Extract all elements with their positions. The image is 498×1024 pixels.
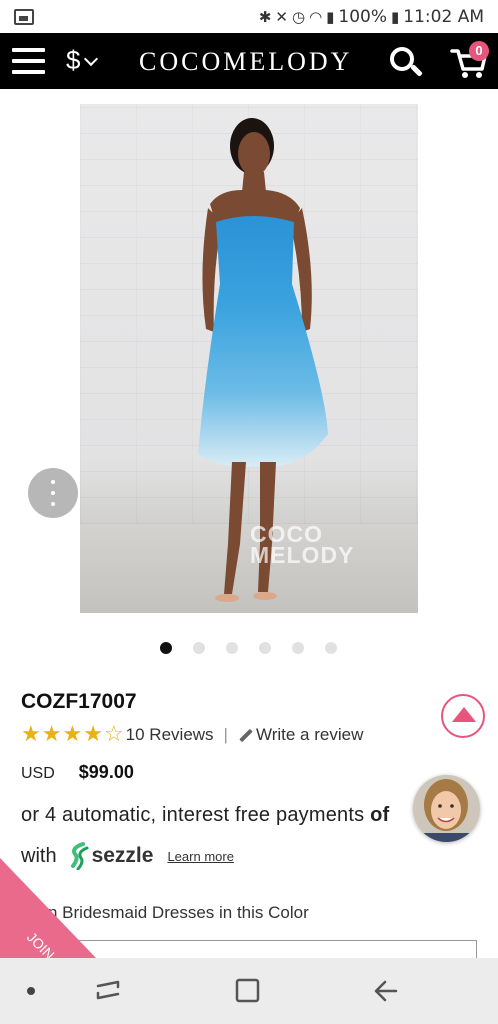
chat-agent-avatar[interactable] <box>413 775 480 842</box>
star-rating: ★ ★ ★ ★ ☆ <box>21 724 124 746</box>
carousel-dot[interactable] <box>292 642 304 654</box>
join-ribbon[interactable]: JOIN <box>0 858 100 968</box>
sezzle-wordmark: sezzle <box>91 844 154 867</box>
back-button[interactable] <box>368 972 406 1010</box>
star-filled-icon: ★ <box>41 722 62 747</box>
product-page: ✱ ✕ ◷ ◠ ▮ 100% ▮ 11:02 AM $ COCOMELODY 0 <box>0 0 498 1024</box>
model-figure <box>198 118 328 602</box>
reviews-link[interactable]: 10 Reviews <box>126 725 214 745</box>
write-review-label: Write a review <box>255 725 364 744</box>
scroll-to-top-button[interactable] <box>441 694 485 738</box>
currency-symbol: $ <box>66 45 81 75</box>
recent-apps-button[interactable] <box>90 972 126 1008</box>
image-watermark: COCO MELODY <box>250 521 355 568</box>
cart-count-badge: 0 <box>469 41 489 61</box>
chevron-down-icon <box>84 51 99 66</box>
rating-row: ★ ★ ★ ★ ☆ 10 Reviews | Write a review <box>21 724 363 746</box>
price-row: USD $99.00 <box>21 762 134 783</box>
product-price: $99.00 <box>78 762 134 782</box>
carousel-dot[interactable] <box>325 642 337 654</box>
alarm-icon: ◷ <box>291 7 306 26</box>
android-nav-bar <box>0 958 498 1024</box>
signal-icon: ▮ <box>326 7 335 26</box>
image-carousel-dots <box>160 642 337 654</box>
wifi-icon: ◠ <box>309 7 323 26</box>
search-icon[interactable] <box>388 45 424 81</box>
brand-logo[interactable]: COCOMELODY <box>139 47 352 77</box>
star-filled-icon: ★ <box>21 722 41 747</box>
carousel-dot[interactable] <box>226 642 238 654</box>
mute-icon: ✕ <box>275 7 288 26</box>
carousel-dot[interactable] <box>193 642 205 654</box>
currency-selector[interactable]: $ <box>66 45 99 76</box>
write-review-link[interactable]: Write a review <box>239 725 364 745</box>
more-options-button[interactable] <box>28 468 78 518</box>
carousel-dot[interactable] <box>160 642 172 654</box>
cart-button[interactable]: 0 <box>450 41 492 81</box>
battery-icon: ▮ <box>391 7 400 26</box>
gallery-notification-icon <box>14 8 34 25</box>
bluetooth-icon: ✱ <box>258 7 272 26</box>
carousel-dot[interactable] <box>259 642 271 654</box>
product-image[interactable]: COCO MELODY <box>80 104 418 613</box>
clock: 11:02 AM <box>403 6 484 27</box>
home-button[interactable] <box>229 972 267 1010</box>
agent-photo <box>413 775 480 842</box>
learn-more-link[interactable]: Learn more <box>167 849 233 864</box>
battery-percent: 100% <box>338 6 388 27</box>
star-filled-icon: ★ <box>83 722 103 747</box>
product-sku: COZF17007 <box>21 690 137 713</box>
star-filled-icon: ★ <box>62 722 83 747</box>
status-indicators: ✱ ✕ ◷ ◠ ▮ 100% ▮ 11:02 AM <box>259 7 484 27</box>
star-empty-icon: ☆ <box>103 722 124 747</box>
site-header: $ COCOMELODY 0 <box>0 33 498 89</box>
menu-icon[interactable] <box>12 48 45 75</box>
pencil-icon <box>239 728 253 742</box>
status-bar: ✱ ✕ ◷ ◠ ▮ 100% ▮ 11:02 AM <box>0 0 498 33</box>
currency-code: USD <box>21 765 55 782</box>
separator: | <box>223 725 228 744</box>
installments-text: or 4 automatic, interest free payments o… <box>21 804 390 826</box>
nav-dot-button[interactable] <box>18 978 44 1004</box>
